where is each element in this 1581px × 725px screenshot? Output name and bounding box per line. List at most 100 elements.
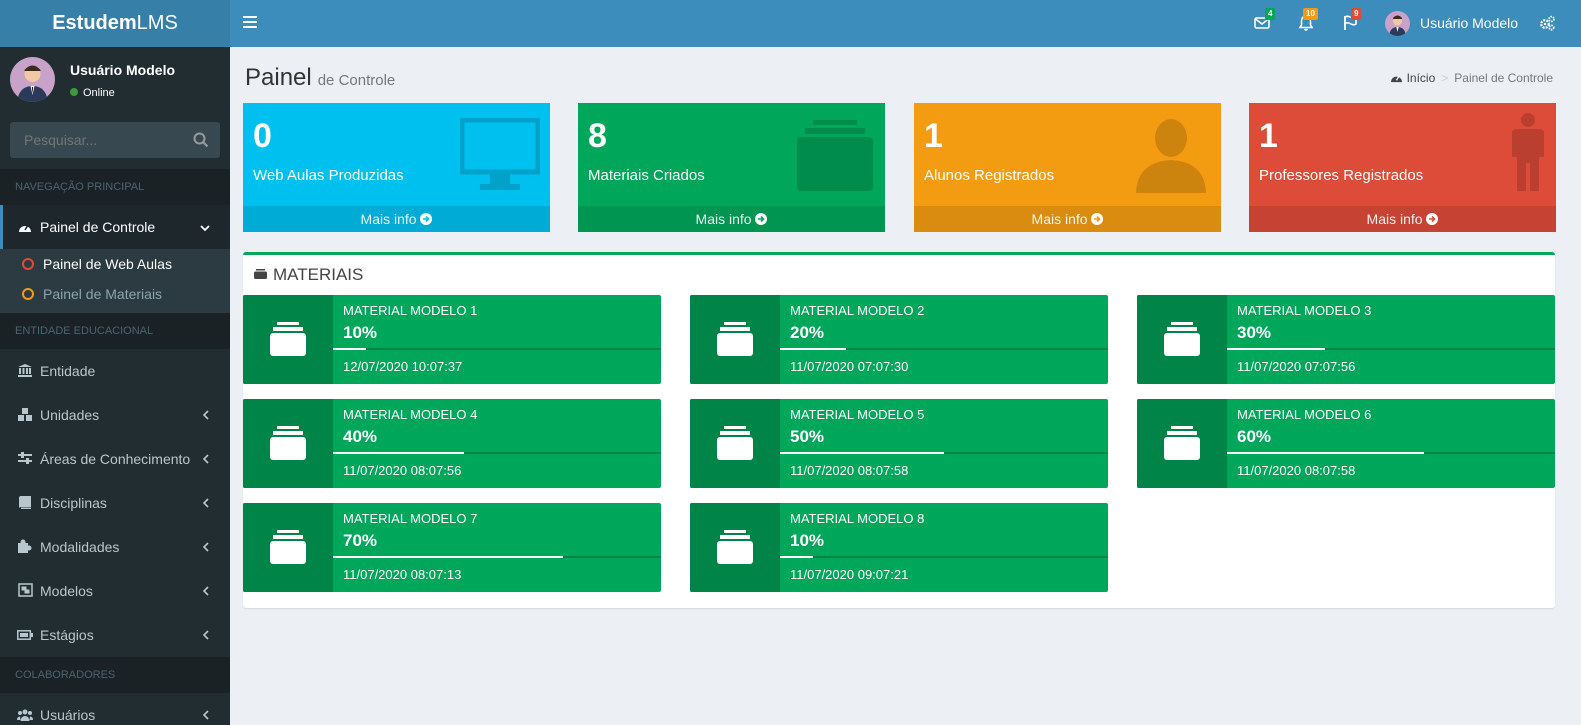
- more-info-label: Mais info: [695, 211, 752, 227]
- stat-box-web-aulas: 0 Web Aulas Produzidas Mais info: [243, 103, 550, 232]
- material-card[interactable]: MATERIAL MODELO 3 30% 11/07/2020 07:07:5…: [1137, 295, 1555, 384]
- archive-icon: [690, 399, 780, 488]
- materials-box-title: MATERIAIS: [254, 265, 363, 285]
- sidebar-item-estagios[interactable]: Estágios: [0, 613, 230, 657]
- material-percent: 40%: [343, 427, 378, 446]
- circle-icon: [22, 288, 34, 300]
- desktop-icon: [460, 118, 540, 190]
- sidebar-item-label: Unidades: [40, 407, 100, 423]
- search-icon[interactable]: [192, 131, 210, 149]
- progress-bar: [333, 556, 661, 558]
- progress-bar: [780, 452, 1108, 454]
- sidebar-item-modalidades[interactable]: Modalidades: [0, 525, 230, 569]
- material-date: 11/07/2020 08:07:58: [790, 463, 909, 478]
- chevron-left-icon: [202, 693, 210, 725]
- material-date: 11/07/2020 09:07:21: [790, 567, 909, 582]
- progress-bar: [333, 452, 661, 454]
- material-card[interactable]: MATERIAL MODELO 5 50% 11/07/2020 08:07:5…: [690, 399, 1108, 488]
- sidebar-item-modelos[interactable]: Modelos: [0, 569, 230, 613]
- page-title-text: Painel: [245, 64, 312, 91]
- avatar: [1385, 11, 1410, 36]
- bank-icon: [15, 349, 35, 393]
- stat-label: Professores Registrados: [1259, 167, 1424, 184]
- sidebar-subitem-label: Painel de Materiais: [43, 286, 163, 302]
- material-name: MATERIAL MODELO 1: [343, 303, 478, 318]
- sidebar-item-label: Estágios: [40, 627, 94, 643]
- sidebar-item-entidade[interactable]: Entidade: [0, 349, 230, 393]
- progress-bar: [1227, 348, 1555, 350]
- material-name: MATERIAL MODELO 7: [343, 511, 478, 526]
- stat-label: Materiais Criados: [588, 167, 705, 184]
- material-card[interactable]: MATERIAL MODELO 7 70% 11/07/2020 08:07:1…: [243, 503, 661, 592]
- page-title: Painel de Controle: [245, 64, 395, 92]
- archive-icon: [690, 295, 780, 384]
- stat-box-professores: 1 Professores Registrados Mais info: [1249, 103, 1556, 232]
- sidebar: Usuário Modelo Online NAVEGAÇÃO PRINCIPA…: [0, 47, 230, 725]
- archive-icon: [243, 295, 333, 384]
- messages-badge: 4: [1265, 8, 1276, 20]
- more-info-label: Mais info: [360, 211, 417, 227]
- material-date: 11/07/2020 08:07:56: [343, 463, 462, 478]
- stat-box-alunos: 1 Alunos Registrados Mais info: [914, 103, 1221, 232]
- stat-number: 1: [924, 117, 943, 155]
- online-dot-icon: [70, 88, 78, 96]
- more-info-link[interactable]: Mais info: [914, 206, 1221, 232]
- sidebar-item-unidades[interactable]: Unidades: [0, 393, 230, 437]
- app-logo[interactable]: EstudemLMS: [0, 0, 230, 47]
- sidebar-subitem-materiais[interactable]: Painel de Materiais: [0, 279, 230, 309]
- stat-box-materiais: 8 Materiais Criados Mais info: [578, 103, 885, 232]
- progress-bar: [1227, 452, 1555, 454]
- archive-icon: [1137, 399, 1227, 488]
- dashboard-icon: [1390, 75, 1402, 83]
- sidebar-search: [10, 122, 220, 158]
- stat-label: Alunos Registrados: [924, 167, 1055, 184]
- breadcrumb-separator: >: [1441, 71, 1449, 85]
- material-card[interactable]: MATERIAL MODELO 1 10% 12/07/2020 10:07:3…: [243, 295, 661, 384]
- material-date: 11/07/2020 07:07:30: [790, 359, 909, 374]
- breadcrumb-home[interactable]: Início: [1407, 71, 1436, 85]
- brand-rest: LMS: [136, 12, 178, 34]
- progress-fill: [780, 452, 944, 454]
- material-date: 11/07/2020 07:07:56: [1237, 359, 1356, 374]
- stat-number: 1: [1259, 117, 1278, 155]
- sidebar-item-label: Modelos: [40, 583, 93, 599]
- material-card[interactable]: MATERIAL MODELO 4 40% 11/07/2020 08:07:5…: [243, 399, 661, 488]
- sidebar-item-areas[interactable]: Áreas de Conhecimento: [0, 437, 230, 481]
- male-icon: [1512, 113, 1544, 191]
- breadcrumb: Início > Painel de Controle: [1390, 71, 1553, 85]
- search-input[interactable]: [10, 122, 180, 158]
- sidebar-item-usuarios[interactable]: Usuários: [0, 693, 230, 725]
- tasks-badge: 9: [1351, 8, 1362, 20]
- gears-icon[interactable]: [1537, 13, 1557, 33]
- stat-number: 8: [588, 117, 607, 155]
- chevron-left-icon: [202, 569, 210, 613]
- user-avatar: [10, 57, 55, 102]
- progress-fill: [1227, 348, 1326, 350]
- material-name: MATERIAL MODELO 3: [1237, 303, 1372, 318]
- material-percent: 70%: [343, 531, 378, 550]
- sidebar-subitem-label: Painel de Web Aulas: [43, 256, 172, 272]
- sidebar-item-disciplinas[interactable]: Disciplinas: [0, 481, 230, 525]
- progress-fill: [333, 556, 563, 558]
- material-card[interactable]: MATERIAL MODELO 6 60% 11/07/2020 08:07:5…: [1137, 399, 1555, 488]
- more-info-link[interactable]: Mais info: [1249, 206, 1556, 232]
- materials-title: MATERIAIS: [273, 265, 364, 284]
- dashboard-icon: [15, 205, 35, 249]
- progress-bar: [780, 348, 1108, 350]
- page-subtitle: de Controle: [317, 72, 396, 89]
- more-info-label: Mais info: [1366, 211, 1423, 227]
- user-panel: Usuário Modelo Online: [0, 47, 230, 117]
- hamburger-menu-icon[interactable]: [243, 16, 257, 28]
- archive-icon: [243, 503, 333, 592]
- chevron-left-icon: [202, 437, 210, 481]
- material-card[interactable]: MATERIAL MODELO 2 20% 11/07/2020 07:07:3…: [690, 295, 1108, 384]
- brand-bold: Estudem: [52, 12, 137, 34]
- material-card[interactable]: MATERIAL MODELO 8 10% 11/07/2020 09:07:2…: [690, 503, 1108, 592]
- archive-icon: [254, 269, 267, 279]
- section-header-entity: ENTIDADE EDUCACIONAL: [0, 313, 230, 349]
- sidebar-item-dashboard[interactable]: Painel de Controle: [0, 205, 230, 249]
- more-info-link[interactable]: Mais info: [243, 206, 550, 232]
- more-info-link[interactable]: Mais info: [578, 206, 885, 232]
- user-icon: [1136, 119, 1206, 193]
- sidebar-subitem-web-aulas[interactable]: Painel de Web Aulas: [0, 249, 230, 279]
